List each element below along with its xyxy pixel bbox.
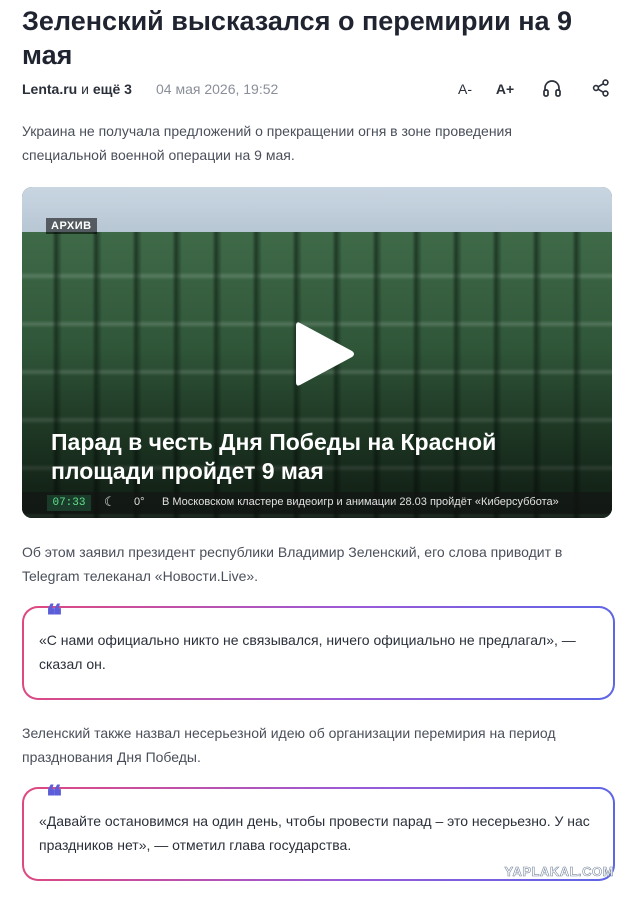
source-and: и [81,81,89,97]
share-icon [592,78,610,100]
news-ticker: 07:33 ☾ 0° В Московском кластере видеоиг… [22,492,612,514]
quote-text-1: «С нами официально никто не связывался, … [39,632,576,672]
quote-text-2: «Давайте остановимся на один день, чтобы… [39,813,590,853]
video-player[interactable]: АРХИВ Парад в честь Дня Победы на Красно… [22,187,612,518]
source-name[interactable]: Lenta.ru [22,81,77,97]
ticker-clock: 07:33 [47,495,91,511]
quote-block-1: ❝ «С нами официально никто не связывался… [22,602,615,700]
site-watermark: YAPLAKAL.COM [504,864,614,880]
play-icon [292,322,356,395]
body-paragraph-2: Зеленский также назвал несерьезной идею … [22,725,556,765]
video-caption: Парад в честь Дня Победы на Красной площ… [51,429,497,484]
share-button[interactable] [590,78,612,100]
ticker-temperature: 0° [134,496,145,508]
font-increase-button[interactable]: A+ [493,78,517,100]
headphones-icon [542,79,562,100]
archive-badge: АРХИВ [46,218,97,234]
moon-icon: ☾ [104,494,116,509]
ticker-text: В Московском кластере видеоигр и анимаци… [162,496,559,508]
play-button[interactable] [292,317,356,396]
font-increase-label: A+ [495,81,515,97]
publish-date: 04 мая 2026, 19:52 [156,81,279,97]
article-title: Зеленский высказался о перемирии на 9 ма… [22,6,573,70]
source-line[interactable]: Lenta.ru и ещё 3 [22,81,132,97]
article-meta: Lenta.ru и ещё 3 04 мая 2026, 19:52 A- A… [22,78,618,100]
listen-button[interactable] [540,78,564,100]
font-decrease-button[interactable]: A- [454,78,476,100]
article-lead: Украина не получала предложений о прекра… [22,123,512,163]
body-paragraph-1: Об этом заявил президент республики Влад… [22,544,563,584]
font-decrease-label: A- [458,81,472,97]
source-more[interactable]: ещё 3 [93,81,132,97]
